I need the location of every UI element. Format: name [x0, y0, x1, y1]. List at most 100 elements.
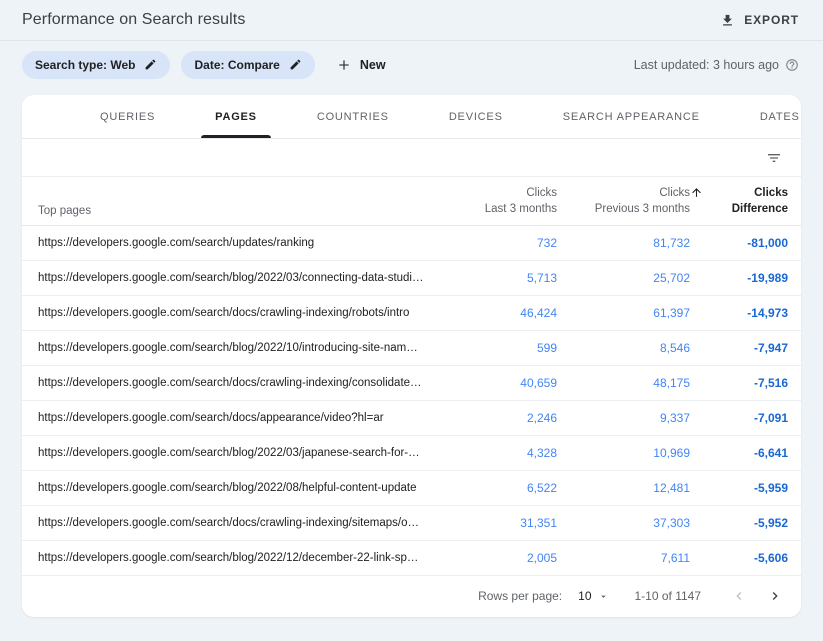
cell-clicks-previous-3-months: 48,175: [557, 376, 690, 390]
cell-clicks-last-3-months: 31,351: [424, 516, 557, 530]
cell-clicks-previous-3-months: 7,611: [557, 551, 690, 565]
tabs: QUERIESPAGESCOUNTRIESDEVICESSEARCH APPEA…: [22, 95, 801, 139]
table-row[interactable]: https://developers.google.com/search/doc…: [22, 506, 801, 541]
filter-list-icon[interactable]: [766, 150, 782, 166]
cell-clicks-previous-3-months: 12,481: [557, 481, 690, 495]
page-title: Performance on Search results: [22, 11, 245, 29]
cell-clicks-difference: -5,959: [690, 481, 788, 495]
pagination-bar: Rows per page: 10 1-10 of 1147: [22, 576, 801, 616]
cell-clicks-previous-3-months: 25,702: [557, 271, 690, 285]
table-row[interactable]: https://developers.google.com/search/blo…: [22, 436, 801, 471]
column-header-line: Last 3 months: [485, 201, 557, 217]
cell-page-url[interactable]: https://developers.google.com/search/blo…: [22, 552, 424, 564]
table-row[interactable]: https://developers.google.com/search/doc…: [22, 366, 801, 401]
tab-pages[interactable]: PAGES: [185, 95, 287, 138]
tab-queries[interactable]: QUERIES: [70, 95, 185, 138]
help-circle-icon[interactable]: [785, 58, 799, 72]
export-button[interactable]: EXPORT: [720, 13, 799, 28]
tab-devices[interactable]: DEVICES: [419, 95, 533, 138]
cell-page-url[interactable]: https://developers.google.com/search/upd…: [22, 237, 424, 249]
chevron-right-icon: [755, 588, 783, 604]
table-row[interactable]: https://developers.google.com/search/blo…: [22, 331, 801, 366]
filters-group: Search type: Web Date: Compare New: [22, 51, 386, 79]
table-row[interactable]: https://developers.google.com/search/blo…: [22, 261, 801, 296]
export-label: EXPORT: [744, 13, 799, 27]
cell-clicks-last-3-months: 2,246: [424, 411, 557, 425]
new-filter-button[interactable]: New: [336, 57, 386, 73]
cell-clicks-last-3-months: 2,005: [424, 551, 557, 565]
last-updated-text: Last updated: 3 hours ago: [634, 58, 779, 72]
cell-clicks-difference: -14,973: [690, 306, 788, 320]
tab-dates[interactable]: DATES: [730, 95, 801, 138]
next-page-button[interactable]: [751, 584, 787, 608]
rows-per-page-select[interactable]: 10: [578, 589, 608, 603]
column-header-clicks-previous-3-months[interactable]: Clicks Previous 3 months: [557, 185, 690, 217]
cell-page-url[interactable]: https://developers.google.com/search/blo…: [22, 272, 424, 284]
column-header-line: Previous 3 months: [595, 201, 690, 217]
cell-clicks-last-3-months: 46,424: [424, 306, 557, 320]
cell-page-url[interactable]: https://developers.google.com/search/blo…: [22, 342, 424, 354]
previous-page-button[interactable]: [727, 584, 751, 608]
cell-clicks-difference: -5,952: [690, 516, 788, 530]
top-bar: Performance on Search results EXPORT: [0, 0, 823, 41]
chevron-left-icon: [731, 588, 747, 604]
column-header-line: Difference: [732, 201, 788, 217]
table-row[interactable]: https://developers.google.com/search/upd…: [22, 226, 801, 261]
table-row[interactable]: https://developers.google.com/search/doc…: [22, 401, 801, 436]
cell-clicks-previous-3-months: 8,546: [557, 341, 690, 355]
rows-per-page-value: 10: [578, 589, 591, 603]
cell-clicks-difference: -81,000: [690, 236, 788, 250]
column-header-clicks-difference[interactable]: Clicks Difference: [690, 185, 788, 217]
column-header-top-pages[interactable]: Top pages: [22, 185, 424, 217]
cell-clicks-last-3-months: 4,328: [424, 446, 557, 460]
filter-chip-search-type[interactable]: Search type: Web: [22, 51, 170, 79]
plus-icon: [336, 57, 352, 73]
cell-clicks-last-3-months: 6,522: [424, 481, 557, 495]
cell-page-url[interactable]: https://developers.google.com/search/doc…: [22, 307, 424, 319]
cell-clicks-difference: -7,091: [690, 411, 788, 425]
cell-page-url[interactable]: https://developers.google.com/search/blo…: [22, 482, 424, 494]
chevron-down-icon: [598, 591, 609, 602]
cell-clicks-previous-3-months: 37,303: [557, 516, 690, 530]
column-header-line: Clicks: [659, 185, 690, 201]
filter-chip-date[interactable]: Date: Compare: [181, 51, 314, 79]
pagination-range: 1-10 of 1147: [635, 589, 702, 603]
pencil-icon: [144, 58, 157, 71]
table-header: Top pages Clicks Last 3 months Clicks Pr…: [22, 177, 801, 226]
cell-clicks-previous-3-months: 81,732: [557, 236, 690, 250]
tab-search-appearance[interactable]: SEARCH APPEARANCE: [533, 95, 730, 138]
cell-clicks-previous-3-months: 10,969: [557, 446, 690, 460]
last-updated: Last updated: 3 hours ago: [634, 58, 799, 72]
cell-clicks-difference: -7,947: [690, 341, 788, 355]
column-header-line: Clicks: [526, 185, 557, 201]
cell-clicks-last-3-months: 599: [424, 341, 557, 355]
cell-clicks-difference: -19,989: [690, 271, 788, 285]
cell-page-url[interactable]: https://developers.google.com/search/doc…: [22, 517, 424, 529]
tab-countries[interactable]: COUNTRIES: [287, 95, 419, 138]
table-toolbar: [22, 139, 801, 177]
table-row[interactable]: https://developers.google.com/search/blo…: [22, 471, 801, 506]
cell-clicks-difference: -5,606: [690, 551, 788, 565]
download-icon: [720, 13, 735, 28]
cell-clicks-previous-3-months: 61,397: [557, 306, 690, 320]
filters-row: Search type: Web Date: Compare New Last …: [0, 41, 823, 88]
cell-page-url[interactable]: https://developers.google.com/search/doc…: [22, 377, 424, 389]
table-row[interactable]: https://developers.google.com/search/blo…: [22, 541, 801, 576]
cell-clicks-last-3-months: 732: [424, 236, 557, 250]
new-filter-label: New: [360, 58, 386, 72]
cell-clicks-difference: -7,516: [690, 376, 788, 390]
chip-label: Search type: Web: [35, 58, 135, 72]
cell-page-url[interactable]: https://developers.google.com/search/blo…: [22, 447, 424, 459]
cell-clicks-previous-3-months: 9,337: [557, 411, 690, 425]
cell-clicks-last-3-months: 40,659: [424, 376, 557, 390]
sort-arrow-up-icon: [690, 185, 703, 199]
column-header-clicks-last-3-months[interactable]: Clicks Last 3 months: [424, 185, 557, 217]
chip-label: Date: Compare: [194, 58, 279, 72]
column-header-line: Clicks: [754, 185, 788, 201]
cell-page-url[interactable]: https://developers.google.com/search/doc…: [22, 412, 424, 424]
app: { "header": { "title": "Performance on S…: [0, 0, 823, 641]
results-card: QUERIESPAGESCOUNTRIESDEVICESSEARCH APPEA…: [22, 95, 801, 617]
rows-per-page-label: Rows per page:: [478, 589, 562, 603]
table-row[interactable]: https://developers.google.com/search/doc…: [22, 296, 801, 331]
pencil-icon: [289, 58, 302, 71]
